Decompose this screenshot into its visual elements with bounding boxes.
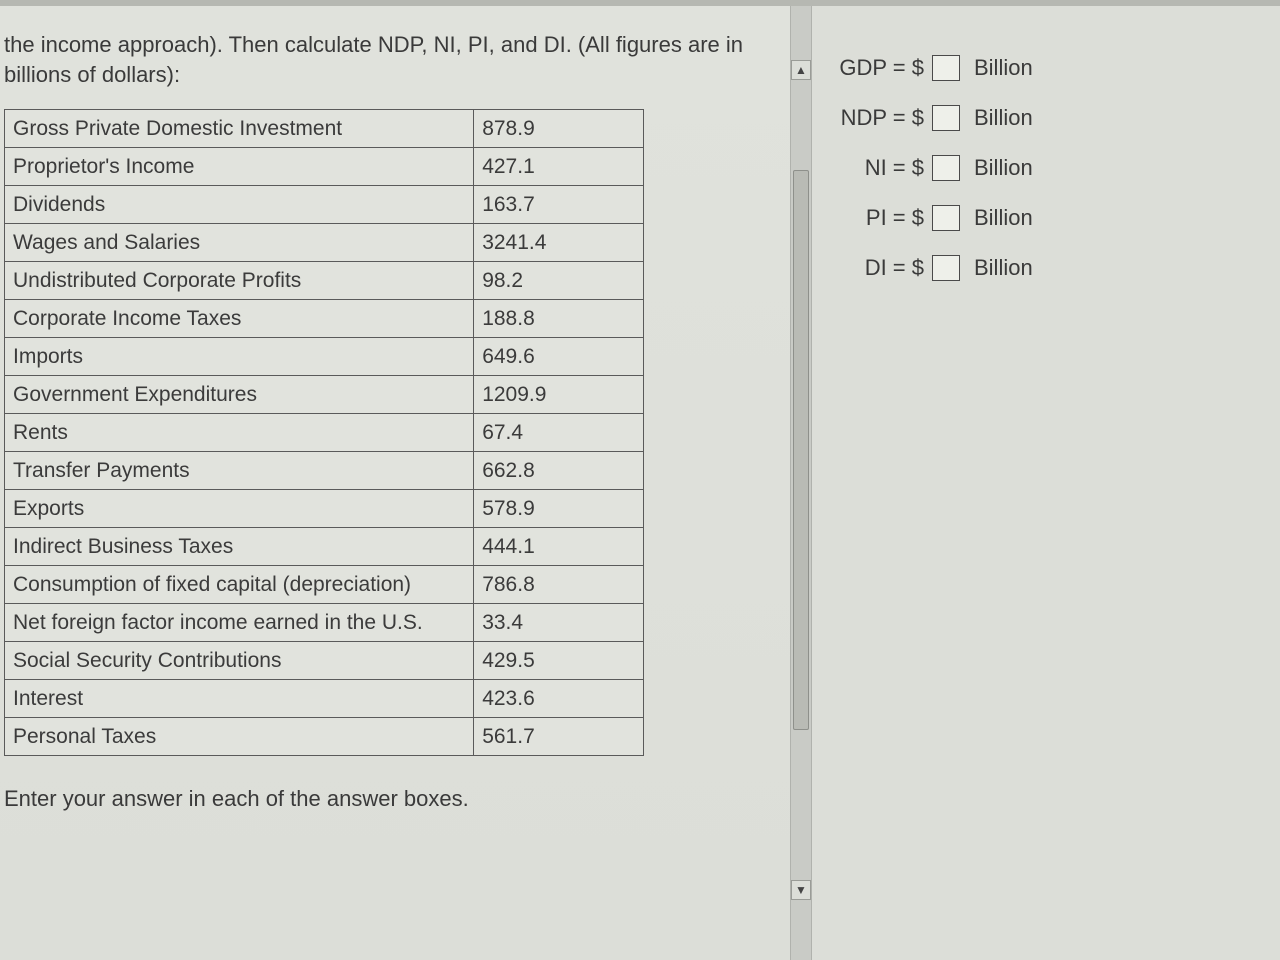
question-pane: the income approach). Then calculate NDP… <box>0 0 790 960</box>
answer-unit: Billion <box>974 205 1033 231</box>
row-value: 1209.9 <box>474 376 644 414</box>
table-row: Interest423.6 <box>5 680 644 718</box>
scroll-up-button[interactable]: ▲ <box>791 60 811 80</box>
table-row: Corporate Income Taxes188.8 <box>5 300 644 338</box>
footer-note: Enter your answer in each of the answer … <box>4 756 780 812</box>
row-value: 423.6 <box>474 680 644 718</box>
row-label: Corporate Income Taxes <box>5 300 474 338</box>
answer-row-ni: NI = $ Billion <box>834 155 1280 181</box>
row-label: Social Security Contributions <box>5 642 474 680</box>
row-label: Wages and Salaries <box>5 224 474 262</box>
table-row: Indirect Business Taxes444.1 <box>5 528 644 566</box>
table-row: Consumption of fixed capital (depreciati… <box>5 566 644 604</box>
row-value: 429.5 <box>474 642 644 680</box>
table-row: Gross Private Domestic Investment878.9 <box>5 110 644 148</box>
row-label: Proprietor's Income <box>5 148 474 186</box>
row-label: Consumption of fixed capital (depreciati… <box>5 566 474 604</box>
answer-label: NDP = $ <box>834 105 924 131</box>
row-value: 878.9 <box>474 110 644 148</box>
answer-row-ndp: NDP = $ Billion <box>834 105 1280 131</box>
row-value: 444.1 <box>474 528 644 566</box>
row-value: 33.4 <box>474 604 644 642</box>
ni-input[interactable] <box>932 155 960 181</box>
answer-row-gdp: GDP = $ Billion <box>834 55 1280 81</box>
table-row: Personal Taxes561.7 <box>5 718 644 756</box>
table-row: Transfer Payments662.8 <box>5 452 644 490</box>
chevron-up-icon: ▲ <box>795 63 807 77</box>
row-label: Indirect Business Taxes <box>5 528 474 566</box>
answer-row-di: DI = $ Billion <box>834 255 1280 281</box>
table-row: Social Security Contributions429.5 <box>5 642 644 680</box>
answer-unit: Billion <box>974 105 1033 131</box>
row-value: 3241.4 <box>474 224 644 262</box>
row-label: Dividends <box>5 186 474 224</box>
answer-label: GDP = $ <box>834 55 924 81</box>
table-row: Exports578.9 <box>5 490 644 528</box>
table-row: Proprietor's Income427.1 <box>5 148 644 186</box>
row-label: Government Expenditures <box>5 376 474 414</box>
answer-label: DI = $ <box>834 255 924 281</box>
scroll-down-button[interactable]: ▼ <box>791 880 811 900</box>
row-label: Interest <box>5 680 474 718</box>
di-input[interactable] <box>932 255 960 281</box>
answer-label: PI = $ <box>834 205 924 231</box>
row-value: 786.8 <box>474 566 644 604</box>
table-row: Undistributed Corporate Profits98.2 <box>5 262 644 300</box>
row-label: Transfer Payments <box>5 452 474 490</box>
row-label: Imports <box>5 338 474 376</box>
row-value: 188.8 <box>474 300 644 338</box>
gdp-input[interactable] <box>932 55 960 81</box>
row-value: 578.9 <box>474 490 644 528</box>
scrollbar[interactable]: ▲ ▼ <box>790 0 812 960</box>
row-value: 163.7 <box>474 186 644 224</box>
answer-pane: GDP = $ Billion NDP = $ Billion NI = $ B… <box>812 0 1280 960</box>
table-row: Imports649.6 <box>5 338 644 376</box>
table-row: Rents67.4 <box>5 414 644 452</box>
row-label: Rents <box>5 414 474 452</box>
answer-unit: Billion <box>974 55 1033 81</box>
table-row: Dividends163.7 <box>5 186 644 224</box>
pi-input[interactable] <box>932 205 960 231</box>
row-label: Personal Taxes <box>5 718 474 756</box>
row-value: 427.1 <box>474 148 644 186</box>
table-row: Wages and Salaries3241.4 <box>5 224 644 262</box>
row-label: Gross Private Domestic Investment <box>5 110 474 148</box>
ndp-input[interactable] <box>932 105 960 131</box>
row-label: Net foreign factor income earned in the … <box>5 604 474 642</box>
table-row: Government Expenditures1209.9 <box>5 376 644 414</box>
row-value: 67.4 <box>474 414 644 452</box>
row-value: 662.8 <box>474 452 644 490</box>
row-value: 561.7 <box>474 718 644 756</box>
row-value: 98.2 <box>474 262 644 300</box>
answer-label: NI = $ <box>834 155 924 181</box>
row-value: 649.6 <box>474 338 644 376</box>
row-label: Undistributed Corporate Profits <box>5 262 474 300</box>
chevron-down-icon: ▼ <box>795 883 807 897</box>
answer-unit: Billion <box>974 155 1033 181</box>
answer-row-pi: PI = $ Billion <box>834 205 1280 231</box>
row-label: Exports <box>5 490 474 528</box>
data-table: Gross Private Domestic Investment878.9 P… <box>4 109 644 756</box>
prompt-text: the income approach). Then calculate NDP… <box>4 0 780 109</box>
answer-unit: Billion <box>974 255 1033 281</box>
scroll-thumb[interactable] <box>793 170 809 730</box>
table-row: Net foreign factor income earned in the … <box>5 604 644 642</box>
